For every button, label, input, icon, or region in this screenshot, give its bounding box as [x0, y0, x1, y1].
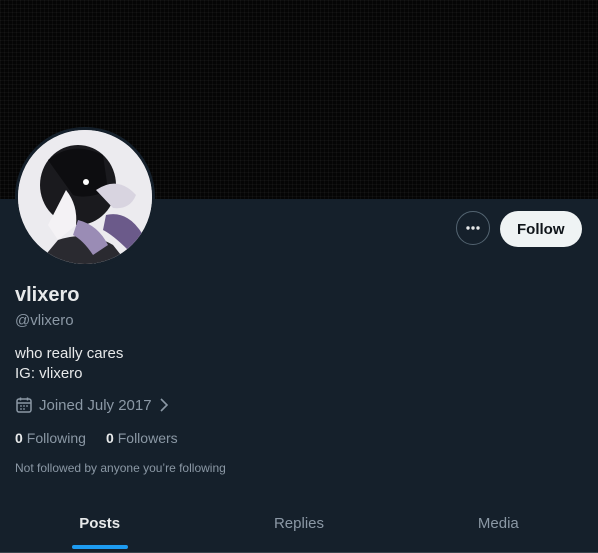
tab-replies[interactable]: Replies: [199, 500, 398, 552]
tab-media[interactable]: Media: [399, 500, 598, 552]
tab-label: Posts: [79, 515, 121, 532]
followers-link[interactable]: 0 Followers: [106, 430, 178, 446]
profile-tabs: Posts Replies Media: [0, 500, 598, 553]
tab-posts[interactable]: Posts: [0, 500, 199, 552]
chevron-right-icon: [158, 397, 170, 413]
following-label: Following: [26, 430, 86, 446]
bio-line: who really cares: [15, 345, 124, 362]
followers-count: 0: [105, 430, 114, 446]
joined-date[interactable]: Joined July 2017: [15, 396, 170, 414]
followers-label: Followers: [117, 430, 178, 446]
following-link[interactable]: 0 Following: [15, 430, 86, 446]
tab-label: Replies: [273, 515, 324, 532]
bio-line: IG: vlixero: [15, 365, 83, 382]
active-tab-indicator: [71, 545, 128, 549]
bio: who really cares IG: vlixero: [15, 344, 123, 384]
avatar-image: [18, 130, 152, 264]
follow-stats: 0 Following 0 Followers: [15, 430, 178, 446]
more-options-button[interactable]: [456, 211, 490, 245]
following-count: 0: [15, 430, 23, 446]
display-name: vlixero: [15, 284, 80, 306]
follow-button[interactable]: Follow: [500, 211, 582, 247]
more-horizontal-icon: [466, 226, 480, 230]
joined-label: Joined July 2017: [39, 396, 152, 414]
handle: @vlixero: [15, 312, 74, 329]
tab-label: Media: [477, 515, 519, 532]
calendar-icon: [15, 396, 33, 414]
not-followed-note: Not followed by anyone you’re following: [15, 461, 226, 475]
avatar[interactable]: [15, 127, 155, 267]
